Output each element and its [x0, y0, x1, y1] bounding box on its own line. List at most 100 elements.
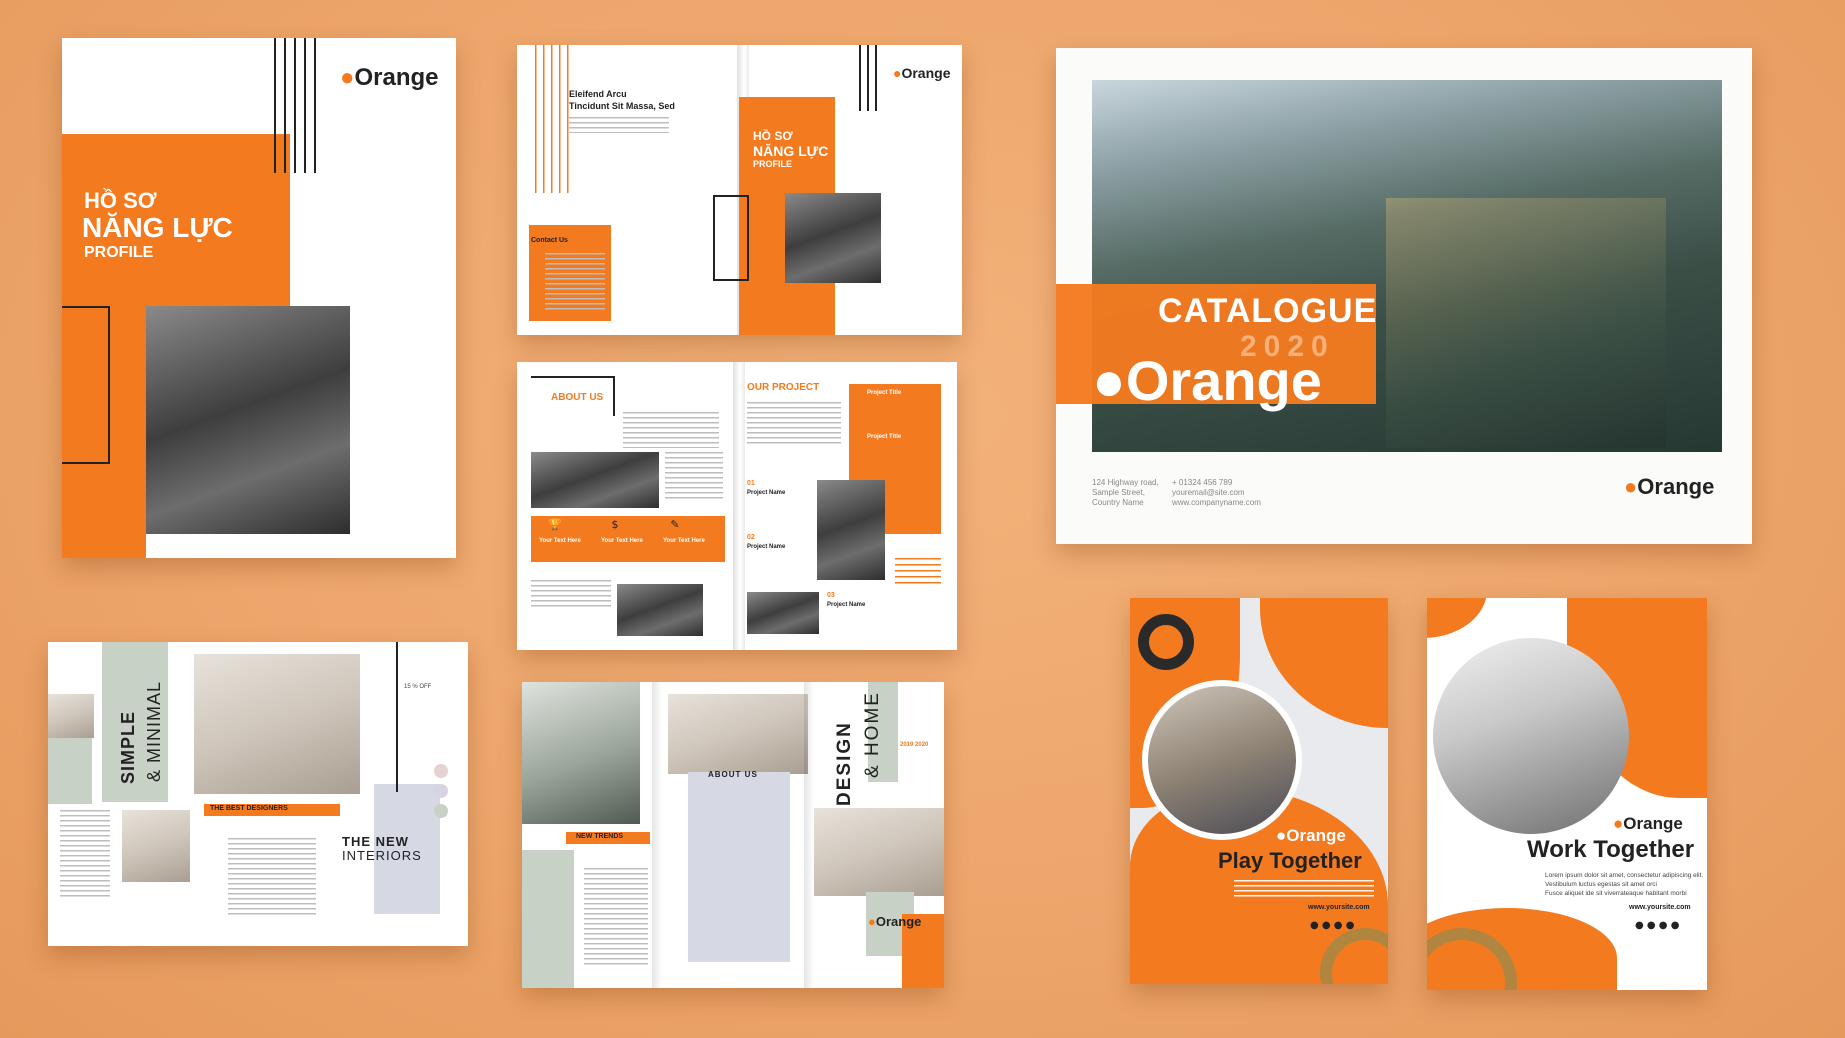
deco-line — [867, 45, 869, 111]
contact-title: Contact Us — [531, 237, 568, 244]
orange-fruit-icon: ● — [1276, 826, 1287, 845]
trophy-icon: 🏆 — [548, 518, 562, 531]
about-text-2 — [665, 452, 723, 502]
spread-title-1: HỒ SƠ — [753, 129, 793, 143]
catalogue-logo: ●Orange — [1092, 349, 1322, 412]
orange-fruit-icon: ● — [1624, 474, 1638, 499]
design-text: DESIGN — [834, 721, 855, 806]
about-title: ABOUT US — [551, 392, 604, 403]
about-photo — [531, 452, 659, 508]
deco-line — [274, 38, 276, 173]
cover-photo — [146, 306, 350, 534]
work-orange-shape-3 — [1427, 598, 1487, 638]
desk-photo — [522, 682, 640, 824]
laptop-photo — [617, 584, 703, 636]
deco-line — [859, 45, 861, 111]
work-body-3: Fusce aliquet ide sit viverrateaque habi… — [1545, 890, 1687, 897]
design-text-1 — [584, 868, 648, 968]
spread-outline-box — [713, 195, 749, 281]
spread-body-text — [569, 117, 669, 133]
orange-fruit-icon: ● — [340, 64, 355, 91]
social-icons[interactable]: ● ● ● ● — [1310, 920, 1354, 931]
interior-brochure[interactable]: SIMPLE & MINIMAL THE BEST DESIGNERS THE … — [48, 642, 468, 946]
cover-logo: ●Orange — [340, 64, 439, 91]
contact-text — [545, 253, 605, 313]
spread-logo: ●Orange — [893, 65, 951, 81]
dot-decoration — [434, 764, 448, 778]
feature-label-1: Your Text Here — [539, 538, 581, 544]
deco-line — [304, 38, 306, 173]
work-logo: ●Orange — [1613, 814, 1683, 833]
spread-fold — [804, 682, 814, 988]
interior-list — [60, 810, 110, 900]
orange-lines — [535, 45, 575, 193]
minimal-text: & MINIMAL — [144, 680, 164, 782]
trends-text: NEW TRENDS — [576, 833, 624, 840]
orange-fruit-icon: ● — [1613, 814, 1624, 833]
about-lavender-panel — [688, 772, 790, 962]
contact-website: www.companyname.com — [1172, 498, 1261, 507]
spread-heading-1: Eleifend Arcu — [569, 89, 627, 99]
contact-phone: + 01324 456 789 — [1172, 478, 1233, 487]
project-title: OUR PROJECT — [747, 382, 820, 393]
dining-photo — [668, 694, 808, 774]
shelf-photo — [48, 694, 94, 738]
design-home-brochure[interactable]: NEW TRENDS ABOUT US DESIGN & HOME 2019 2… — [522, 682, 944, 988]
catalogue-cover[interactable]: CATALOGUE 2020 ●Orange 124 Highway road,… — [1056, 48, 1752, 544]
feature-label-3: Your Text Here — [663, 538, 705, 544]
project-number-2: 02 — [747, 534, 755, 541]
profile-spread[interactable]: Eleifend Arcu Tincidunt Sit Massa, Sed C… — [517, 45, 962, 335]
play-together-poster[interactable]: ●Orange Play Together www.yoursite.com ●… — [1130, 598, 1388, 984]
play-photo — [1142, 680, 1302, 840]
spread-heading-2: Tincidunt Sit Massa, Sed — [569, 101, 675, 111]
play-body-text — [1234, 880, 1374, 900]
discount-text: 15 % OFF — [404, 684, 432, 690]
play-logo: ●Orange — [1276, 826, 1346, 845]
building-highlight — [1386, 198, 1666, 448]
play-ring-decoration — [1138, 614, 1194, 670]
orange-fruit-icon: ● — [1092, 349, 1126, 412]
simple-text: SIMPLE — [118, 710, 138, 784]
divider-line — [396, 642, 398, 792]
about-body-text — [623, 412, 719, 448]
project-body-text — [747, 402, 841, 446]
interior-text-1 — [228, 838, 316, 918]
feature-label-2: Your Text Here — [601, 538, 643, 544]
deco-line — [294, 38, 296, 173]
cover-title-2: NĂNG LỰC — [82, 212, 233, 243]
project-name-2: Project Name — [747, 544, 786, 550]
best-designers-text: THE BEST DESIGNERS — [210, 805, 288, 812]
social-icons[interactable]: ● ● ● ● — [1635, 920, 1679, 931]
project-photo-2 — [747, 592, 819, 634]
work-body-1: Lorem ipsum dolor sit amet, consectetur … — [1545, 872, 1704, 879]
address-line-1: 124 Highway road, — [1092, 478, 1159, 487]
cover-title-3: PROFILE — [84, 244, 154, 261]
contact-email: youremail@site.com — [1172, 488, 1245, 497]
chair-photo — [122, 810, 190, 882]
sofa-photo — [194, 654, 360, 794]
project-title-label-2: Project Title — [867, 434, 902, 440]
address-line-3: Country Name — [1092, 498, 1144, 507]
dot-decoration — [434, 784, 448, 798]
cover-title-1: HỒ SƠ — [84, 188, 157, 213]
work-together-poster[interactable]: ●Orange Work Together Lorem ipsum dolor … — [1427, 598, 1707, 990]
spread-photo — [785, 193, 881, 283]
play-site: www.yoursite.com — [1308, 904, 1370, 911]
design-green-block — [522, 850, 574, 988]
profile-cover[interactable]: ●Orange HỒ SƠ NĂNG LỰC PROFILE — [62, 38, 456, 558]
project-name-3: Project Name — [827, 602, 866, 608]
tools-icon: ✎ — [670, 518, 680, 531]
new-interiors-2: INTERIORS — [342, 848, 422, 863]
project-number-1: 01 — [747, 480, 755, 487]
about-spread[interactable]: ABOUT US 🏆 $ ✎ Your Text Here Your Text … — [517, 362, 957, 650]
spread-fold — [733, 362, 745, 650]
living-room-photo — [814, 808, 944, 896]
money-bag-icon: $ — [611, 518, 619, 531]
orange-fruit-icon: ● — [868, 914, 876, 929]
deco-line — [875, 45, 877, 111]
about-text-3 — [531, 580, 611, 610]
orange-stripes — [895, 558, 941, 586]
catalogue-title: CATALOGUE — [1158, 292, 1378, 330]
spread-fold — [652, 682, 662, 988]
project-title-label-1: Project Title — [867, 390, 902, 396]
